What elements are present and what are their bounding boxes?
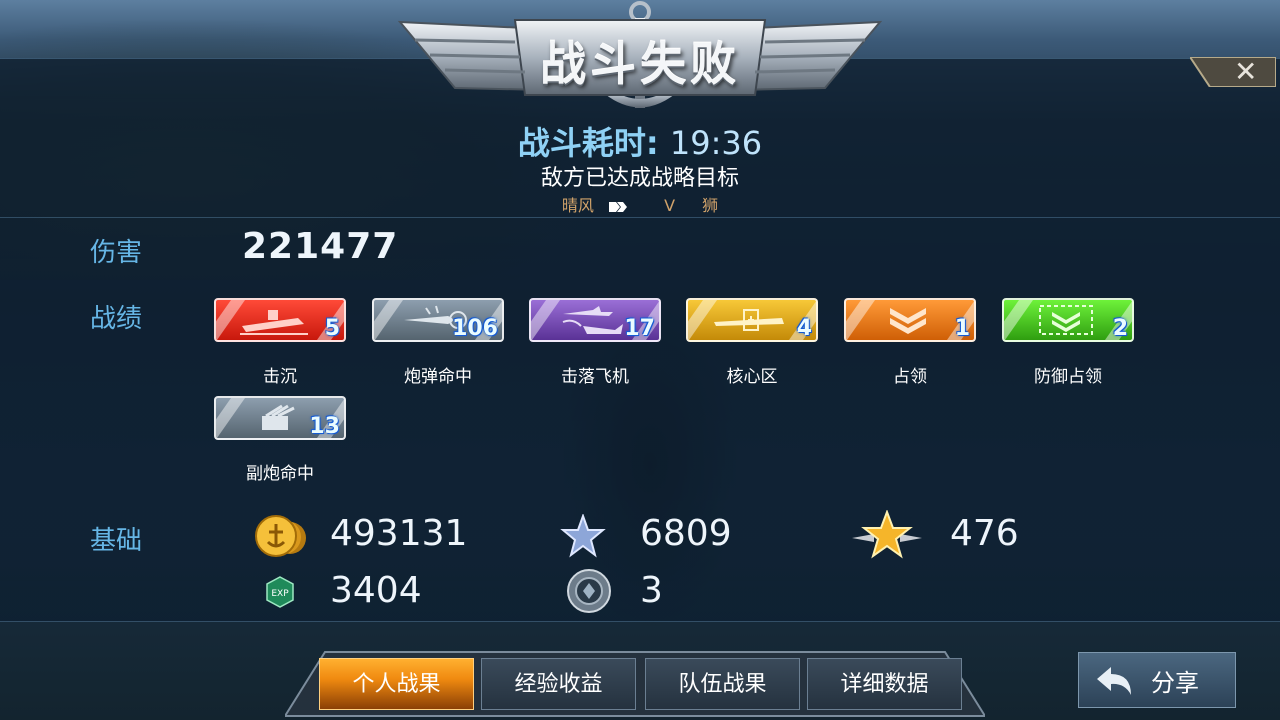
tab-detailed-data[interactable]: 详细数据 <box>807 658 962 710</box>
medal-planes-shot[interactable]: 17 <box>529 298 661 342</box>
close-icon: ✕ <box>1234 55 1258 88</box>
medal-count: 17 <box>624 316 655 341</box>
svg-text:EXP: EXP <box>271 589 289 599</box>
exp-star-value: 6809 <box>640 513 732 554</box>
share-label: 分享 <box>1151 669 1199 697</box>
tab-team-results[interactable]: 队伍战果 <box>645 658 800 710</box>
damage-label: 伤害 <box>90 238 143 268</box>
close-button-frame <box>1188 56 1277 88</box>
gold-star-rank-icon <box>852 510 922 559</box>
duration-value: 19:36 <box>669 124 763 162</box>
medal-label-secondary-gun-hit: 副炮命中 <box>246 464 314 484</box>
medal-count: 2 <box>1112 316 1128 341</box>
header-divider <box>0 217 1280 218</box>
exp-value: 3404 <box>330 570 422 611</box>
blue-star-icon <box>560 514 606 558</box>
tab-exp-earnings[interactable]: 经验收益 <box>481 658 636 710</box>
battle-duration: 战斗耗时: 19:36 <box>0 118 1280 164</box>
tab-personal-results[interactable]: 个人战果 <box>319 658 474 710</box>
vs-text: V <box>664 196 676 215</box>
plane-shot-icon <box>562 306 623 334</box>
exp-icon: EXP <box>266 576 294 608</box>
medal-core-zone[interactable]: 4 <box>686 298 818 342</box>
medal-count: 5 <box>324 316 340 341</box>
capture-icon <box>890 308 926 334</box>
coin-icon <box>255 515 306 557</box>
player-left-name: 晴风 <box>561 196 594 215</box>
tab-bar: 个人战果 经验收益 队伍战果 详细数据 <box>285 650 985 720</box>
rank-chevron-icon <box>608 201 627 212</box>
medal-count: 106 <box>452 316 498 341</box>
medal-count: 13 <box>309 414 340 439</box>
players-line: 晴风 V 狮 <box>0 192 1280 216</box>
medal-secondary-gun-hit[interactable]: 13 <box>214 396 346 440</box>
duration-label: 战斗耗时: <box>517 124 659 162</box>
result-description: 敌方已达成战略目标 <box>540 166 739 191</box>
medal-label-sunk: 击沉 <box>263 367 297 387</box>
medal-capture[interactable]: 1 <box>844 298 976 342</box>
damage-value: 221477 <box>242 226 399 267</box>
player-right-name: 狮 <box>702 196 719 215</box>
basic-label: 基础 <box>90 526 143 556</box>
core-zone-icon <box>714 309 784 331</box>
close-button[interactable]: ✕ <box>1188 55 1277 88</box>
medal-label-capture: 占领 <box>893 367 927 387</box>
medal-count: 4 <box>796 316 812 341</box>
coins-value: 493131 <box>330 513 468 554</box>
medal-sunk[interactable]: 5 <box>214 298 346 342</box>
medal-shell-hit[interactable]: 106 <box>372 298 504 342</box>
secondary-gun-icon <box>262 404 295 430</box>
medal-label-shell-hit: 炮弹命中 <box>404 367 472 387</box>
medal-label-planes-shot: 击落飞机 <box>561 367 629 387</box>
defend-capture-icon <box>1039 305 1093 335</box>
token-icon <box>567 569 611 613</box>
share-button[interactable]: 分享 <box>1078 652 1236 708</box>
battle-result-title: 战斗失败 <box>540 37 740 91</box>
medal-count: 1 <box>954 316 970 341</box>
return-arrow-icon <box>1097 667 1131 695</box>
medal-label-core-zone: 核心区 <box>726 367 778 387</box>
record-label: 战绩 <box>90 304 143 334</box>
medal-defend-capture[interactable]: 2 <box>1002 298 1134 342</box>
tokens-value: 3 <box>640 570 663 611</box>
medal-label-defend-capture: 防御占领 <box>1034 367 1102 387</box>
rank-star-value: 476 <box>950 513 1019 554</box>
ship-sunk-icon <box>240 310 308 335</box>
